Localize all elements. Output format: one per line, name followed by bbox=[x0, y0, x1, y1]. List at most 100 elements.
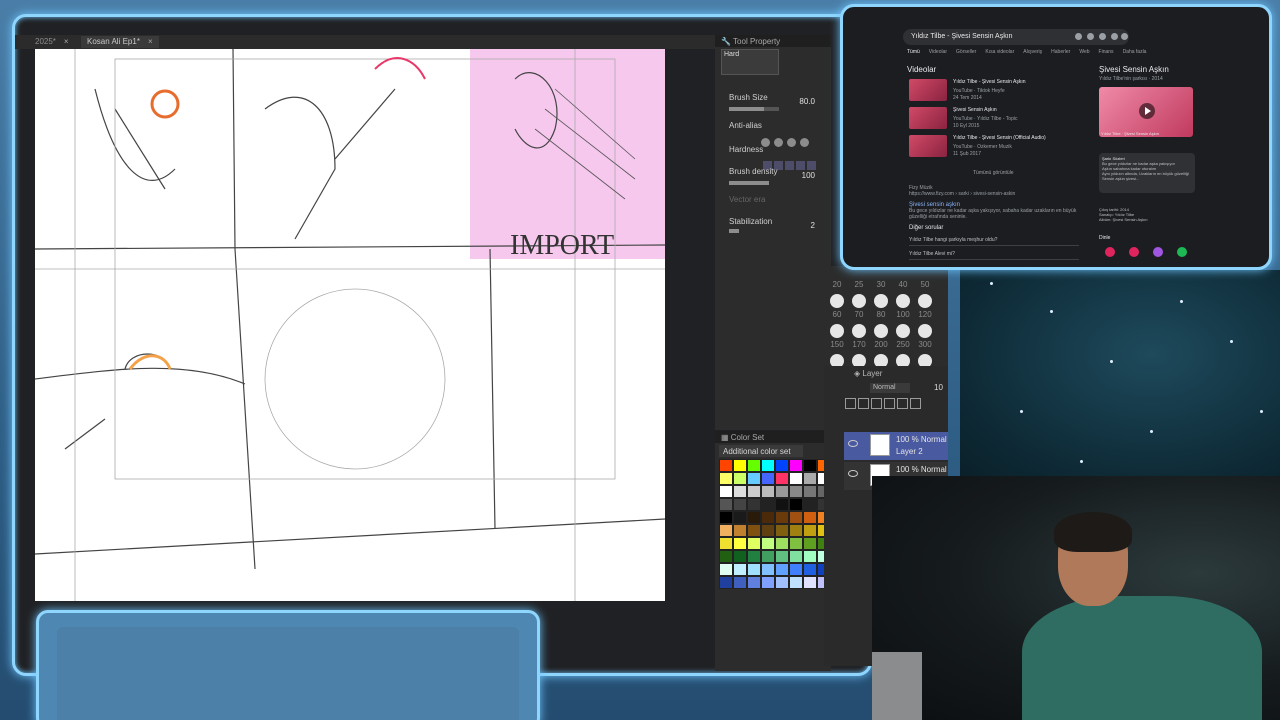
eye-icon[interactable] bbox=[848, 470, 858, 477]
color-swatch[interactable] bbox=[719, 550, 733, 563]
color-swatch[interactable] bbox=[761, 524, 775, 537]
apple-music-icon[interactable] bbox=[1129, 247, 1139, 257]
color-swatch[interactable] bbox=[733, 459, 747, 472]
search-tab[interactable]: Görseller bbox=[956, 49, 976, 55]
color-swatch[interactable] bbox=[761, 550, 775, 563]
color-swatch[interactable] bbox=[775, 498, 789, 511]
color-swatch[interactable] bbox=[747, 498, 761, 511]
brush-density-slider[interactable] bbox=[729, 181, 769, 185]
color-swatch[interactable] bbox=[789, 498, 803, 511]
color-swatch[interactable] bbox=[789, 537, 803, 550]
vector-eraser-label[interactable]: Vector era bbox=[729, 195, 765, 204]
color-swatch[interactable] bbox=[803, 472, 817, 485]
search-input[interactable]: Yıldız Tilbe - Şivesi Sensin Aşkın bbox=[903, 29, 1129, 45]
brush-size-option[interactable] bbox=[874, 294, 888, 308]
color-swatch[interactable] bbox=[789, 576, 803, 589]
tab-document-2025[interactable]: 2025* × bbox=[29, 36, 75, 48]
color-swatch[interactable] bbox=[761, 511, 775, 524]
search-tab[interactable]: Videolar bbox=[929, 49, 947, 55]
color-swatch[interactable] bbox=[789, 511, 803, 524]
video-title[interactable]: Yıldız Tilbe - Şivesi Sensin (Official A… bbox=[953, 135, 1046, 141]
video-result[interactable]: Yıldız Tilbe - Şivesi Sensin (Official A… bbox=[909, 135, 1089, 159]
color-swatch[interactable] bbox=[761, 472, 775, 485]
color-swatch[interactable] bbox=[719, 563, 733, 576]
keyboard-icon[interactable] bbox=[1087, 33, 1094, 40]
video-thumbnail[interactable] bbox=[909, 135, 947, 157]
color-swatch[interactable] bbox=[733, 485, 747, 498]
clip-icon[interactable] bbox=[871, 398, 882, 409]
color-swatch[interactable] bbox=[803, 576, 817, 589]
brush-size-option[interactable] bbox=[918, 294, 932, 308]
blend-mode-dropdown[interactable]: Normal bbox=[870, 383, 910, 393]
video-thumbnail[interactable] bbox=[1099, 87, 1193, 137]
color-swatch[interactable] bbox=[747, 550, 761, 563]
color-swatch[interactable] bbox=[761, 563, 775, 576]
color-set-dropdown[interactable]: Additional color set bbox=[719, 445, 803, 457]
stabilization-slider[interactable] bbox=[729, 229, 739, 233]
folder-icon[interactable] bbox=[897, 398, 908, 409]
brush-density-value[interactable]: 100 bbox=[802, 171, 815, 180]
color-swatch[interactable] bbox=[733, 498, 747, 511]
color-swatch[interactable] bbox=[719, 485, 733, 498]
color-swatch[interactable] bbox=[747, 485, 761, 498]
color-swatch[interactable] bbox=[789, 550, 803, 563]
color-swatch[interactable] bbox=[747, 563, 761, 576]
color-swatch[interactable] bbox=[803, 459, 817, 472]
search-tab[interactable]: Daha fazla bbox=[1123, 49, 1147, 55]
video-result[interactable]: Yıldız Tilbe - Şivesi Sensin Aşkın YouTub… bbox=[909, 79, 1089, 103]
question-item[interactable]: Yıldız Tilbe hangi şarkıyla meşhur oldu? bbox=[909, 237, 1079, 246]
color-swatch[interactable] bbox=[789, 563, 803, 576]
color-swatch[interactable] bbox=[775, 576, 789, 589]
color-swatch[interactable] bbox=[719, 537, 733, 550]
color-swatch[interactable] bbox=[803, 524, 817, 537]
color-swatch[interactable] bbox=[719, 472, 733, 485]
mask-icon[interactable] bbox=[884, 398, 895, 409]
color-swatch[interactable] bbox=[775, 537, 789, 550]
drawing-canvas[interactable]: IMPORT bbox=[35, 49, 665, 601]
color-swatch[interactable] bbox=[719, 498, 733, 511]
brush-size-option[interactable] bbox=[874, 324, 888, 338]
search-tab[interactable]: Haberler bbox=[1051, 49, 1070, 55]
color-swatch[interactable] bbox=[803, 563, 817, 576]
question-item[interactable]: Yıldız Tilbe Alevi mi? bbox=[909, 251, 1079, 260]
color-swatch[interactable] bbox=[719, 576, 733, 589]
color-swatch[interactable] bbox=[789, 524, 803, 537]
brush-size-option[interactable] bbox=[830, 294, 844, 308]
brush-preview[interactable]: Hard bbox=[721, 49, 779, 75]
layer-tab[interactable]: ◈ Layer bbox=[854, 369, 882, 378]
color-swatch[interactable] bbox=[747, 472, 761, 485]
color-swatch[interactable] bbox=[775, 472, 789, 485]
search-tab[interactable]: Alışveriş bbox=[1023, 49, 1042, 55]
close-icon[interactable]: × bbox=[64, 37, 69, 46]
color-swatch[interactable] bbox=[803, 537, 817, 550]
color-swatch[interactable] bbox=[761, 459, 775, 472]
trash-icon[interactable] bbox=[910, 398, 921, 409]
play-icon[interactable] bbox=[1139, 103, 1155, 119]
color-swatch[interactable] bbox=[733, 472, 747, 485]
color-swatch[interactable] bbox=[789, 472, 803, 485]
brush-size-value[interactable]: 80.0 bbox=[799, 97, 815, 106]
layer-row[interactable]: 100 % Normal Layer 2 bbox=[844, 432, 948, 460]
color-swatch[interactable] bbox=[733, 511, 747, 524]
video-thumbnail[interactable] bbox=[909, 107, 947, 129]
layer-name[interactable]: Layer 2 bbox=[896, 447, 923, 456]
color-swatch[interactable] bbox=[803, 511, 817, 524]
close-icon[interactable]: × bbox=[148, 37, 153, 46]
color-swatch[interactable] bbox=[761, 576, 775, 589]
video-thumbnail[interactable] bbox=[909, 79, 947, 101]
stabilization-value[interactable]: 2 bbox=[811, 221, 815, 230]
search-result[interactable]: Fizy Müzik https://www.fizy.com › sarki … bbox=[909, 185, 1089, 220]
mic-icon[interactable] bbox=[1099, 33, 1106, 40]
lock-icon[interactable] bbox=[858, 398, 869, 409]
color-swatch[interactable] bbox=[761, 485, 775, 498]
youtube-music-icon[interactable] bbox=[1105, 247, 1115, 257]
deezer-icon[interactable] bbox=[1153, 247, 1163, 257]
color-swatch[interactable] bbox=[803, 498, 817, 511]
color-swatch[interactable] bbox=[775, 563, 789, 576]
search-icon[interactable] bbox=[1121, 33, 1128, 40]
color-swatch[interactable] bbox=[789, 459, 803, 472]
video-result[interactable]: Şivesi Sensin Aşkın YouTube · Yıldız Tilb… bbox=[909, 107, 1089, 131]
anti-alias-options[interactable] bbox=[761, 138, 813, 149]
brush-size-option[interactable] bbox=[852, 294, 866, 308]
color-swatch[interactable] bbox=[747, 511, 761, 524]
